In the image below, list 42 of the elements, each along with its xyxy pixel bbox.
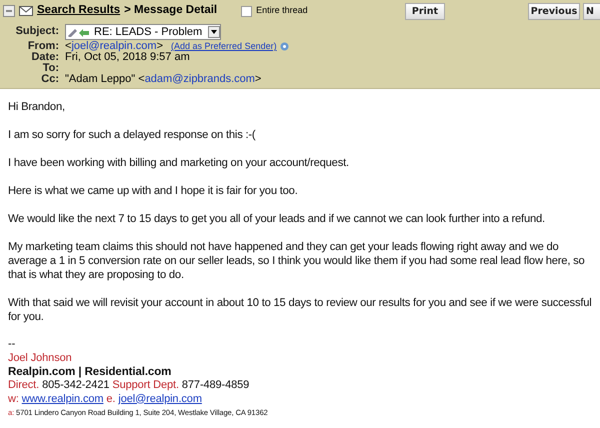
field-label: Subject: bbox=[14, 26, 60, 37]
breadcrumb-current: > Message Detail bbox=[124, 3, 218, 18]
toolbar-button[interactable]: N bbox=[583, 3, 600, 20]
link-label: w: bbox=[8, 392, 19, 404]
field-label: From: bbox=[26, 41, 60, 52]
body-paragraph: My marketing team claims this should not have happened and they can get your leads flowing right away and we do average a 1 in 5 conversion rate on our seller leads, so I think you would like them if you had some real lead flow here, so that is what they are proposing to do. bbox=[8, 240, 586, 282]
body-paragraph: Here is what we came up with and I hope it is fair for you too. bbox=[8, 184, 299, 198]
web-link[interactable]: joel@realpin.com bbox=[118, 392, 202, 404]
phone-number: 877-489-4859 bbox=[182, 379, 250, 391]
subject-dropdown[interactable]: RE: LEADS - Problem bbox=[65, 24, 221, 40]
body-paragraph: With that said we will revisit your account in about 10 to 15 days to review our results for you and see if we were successful for you. bbox=[8, 296, 593, 324]
collapse-icon[interactable] bbox=[3, 5, 15, 17]
signature-separator: -- bbox=[8, 338, 16, 352]
add-sender-link[interactable]: (Add as Preferred Sender) bbox=[171, 41, 277, 52]
phone-number: 805-342-2421 bbox=[42, 379, 110, 391]
field-label: Date: bbox=[30, 52, 60, 63]
company-name: Realpin.com | Residential.com bbox=[8, 365, 172, 379]
body-paragraph: Hi Brandon, bbox=[8, 100, 66, 114]
email-link[interactable]: adam@zipbrands.com bbox=[144, 73, 255, 85]
entire-thread-checkbox[interactable] bbox=[241, 6, 252, 16]
phone-label: Support Dept. bbox=[112, 379, 179, 391]
sender-value: <joel@realpin.com> bbox=[65, 41, 164, 52]
toolbar-button[interactable]: Previous bbox=[528, 3, 580, 20]
phone-label: Direct. bbox=[8, 379, 40, 391]
pencil-icon bbox=[66, 27, 90, 37]
link-label: e. bbox=[106, 392, 116, 404]
toolbar-button[interactable]: Print bbox=[405, 3, 445, 20]
email-link[interactable]: joel@realpin.com bbox=[71, 40, 157, 52]
date-value: Fri, Oct 05, 2018 9:57 am bbox=[65, 52, 190, 63]
body-paragraph: We would like the next 7 to 15 days to get you all of your leads and if we cannot we can look further into a refund. bbox=[8, 212, 546, 226]
help-icon[interactable] bbox=[280, 42, 289, 51]
envelope-icon bbox=[19, 6, 33, 16]
body-paragraph: I have been working with billing and marketing on your account/request. bbox=[8, 156, 350, 170]
breadcrumb-link[interactable]: Search Results bbox=[37, 2, 120, 20]
web-link[interactable]: www.realpin.com bbox=[22, 392, 104, 404]
signature-name: Joel Johnson bbox=[8, 352, 73, 365]
body-paragraph: I am so sorry for such a delayed response on this :-( bbox=[8, 128, 256, 142]
sender-value: "Adam Leppo" <adam@zipbrands.com> bbox=[65, 74, 262, 85]
field-label: Cc: bbox=[40, 74, 60, 85]
subject-value: RE: LEADS - Problem bbox=[93, 26, 204, 38]
checkbox-label: Entire thread bbox=[256, 4, 308, 18]
field-label: To: bbox=[42, 63, 60, 74]
